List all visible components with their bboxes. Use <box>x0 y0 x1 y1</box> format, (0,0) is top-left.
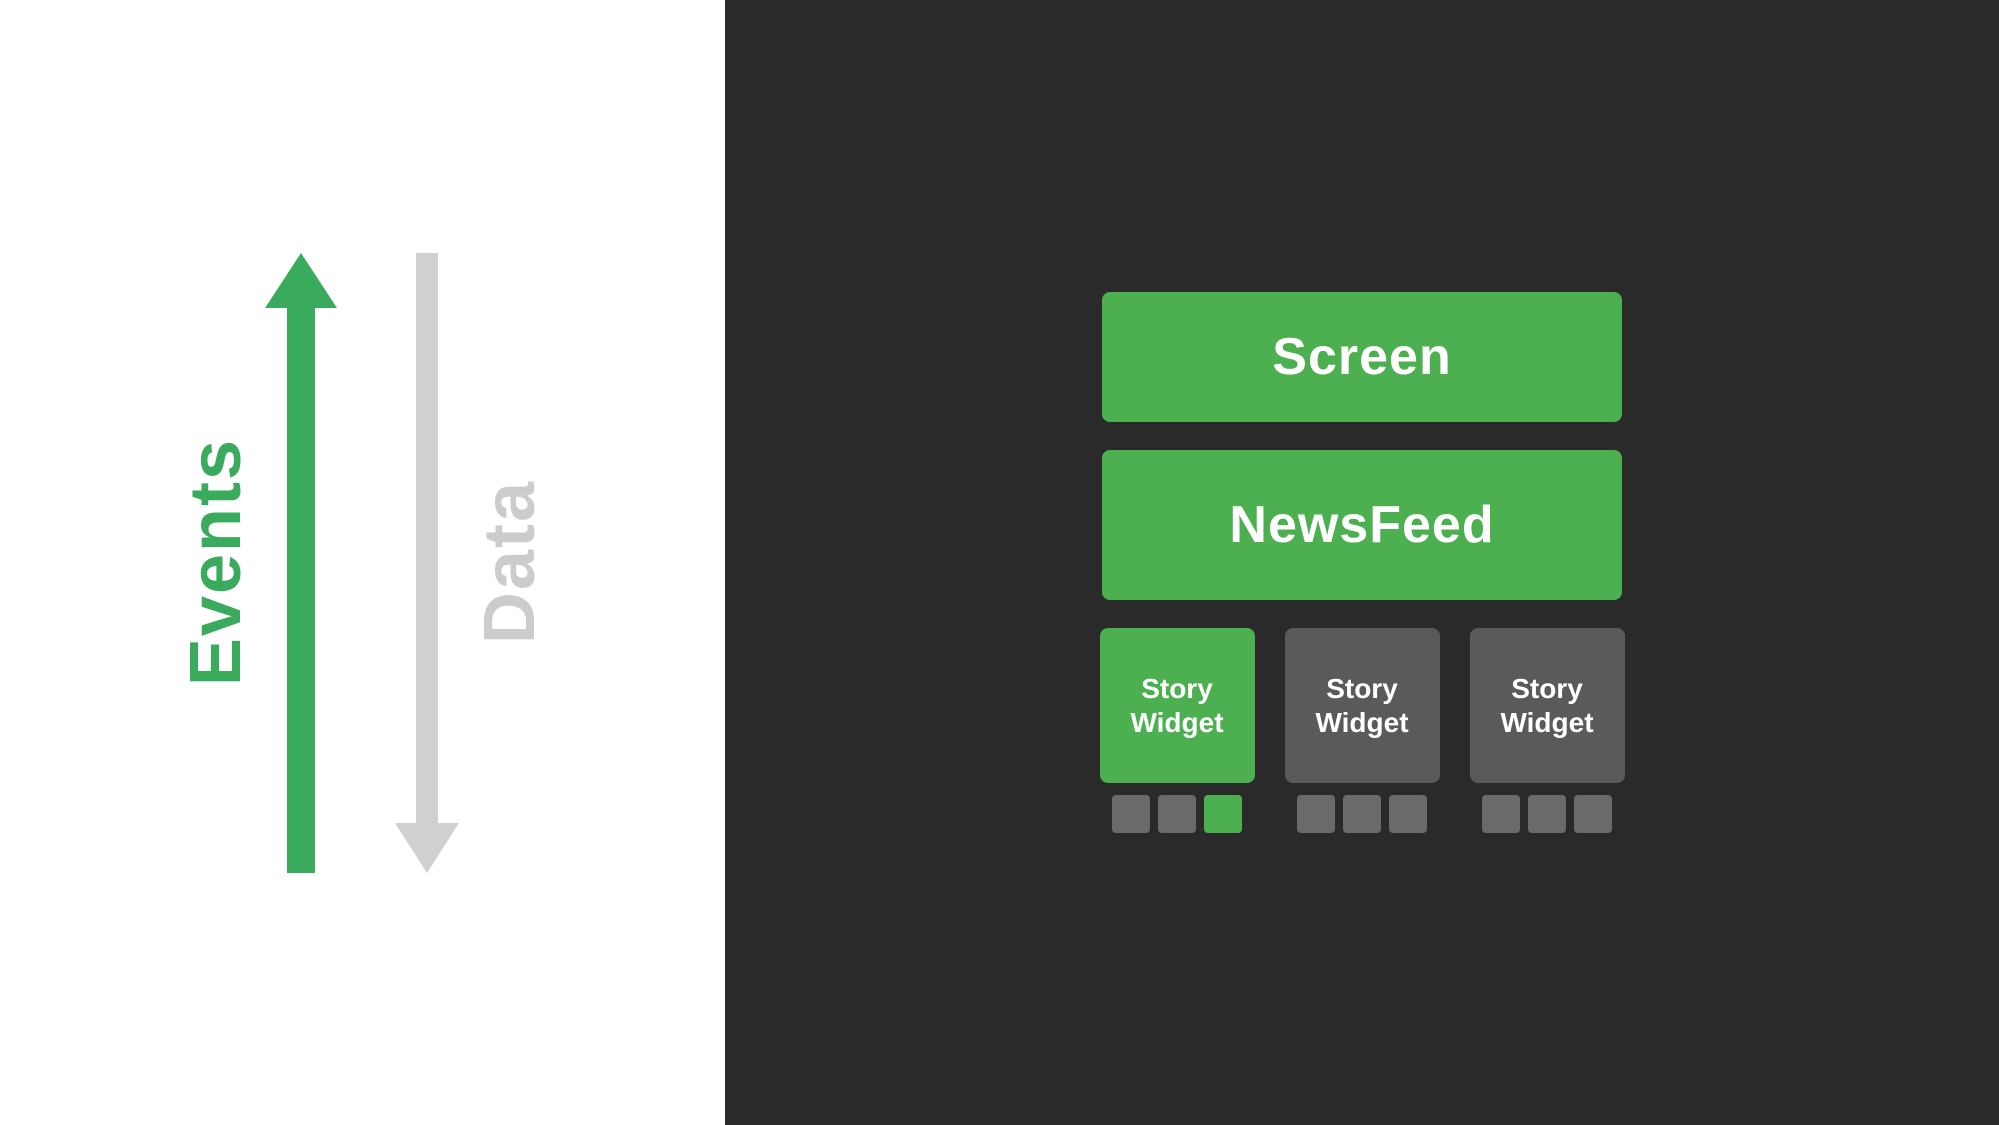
indicator-3-2 <box>1528 795 1566 833</box>
story-widget-group-2: Story Widget <box>1285 628 1440 833</box>
indicator-1-3 <box>1204 795 1242 833</box>
story-widget-group-3: Story Widget <box>1470 628 1625 833</box>
arrows-container: Events Data <box>175 213 551 913</box>
indicator-1-2 <box>1158 795 1196 833</box>
story-widget-box-2: Story Widget <box>1285 628 1440 783</box>
data-section: Data <box>415 253 551 873</box>
data-label: Data <box>469 480 551 644</box>
data-arrow-down <box>415 253 439 873</box>
left-panel: Events Data <box>0 0 725 1125</box>
arrow-up-shaft <box>287 308 315 873</box>
story-widget-label-3: Story Widget <box>1470 672 1625 739</box>
indicator-1-1 <box>1112 795 1150 833</box>
story-widget-label-1: Story Widget <box>1100 672 1255 739</box>
indicators-row-1 <box>1112 795 1242 833</box>
indicator-3-3 <box>1574 795 1612 833</box>
story-widget-group-1: Story Widget <box>1100 628 1255 833</box>
indicator-2-2 <box>1343 795 1381 833</box>
indicators-row-3 <box>1482 795 1612 833</box>
events-arrow-up <box>287 253 315 873</box>
arrow-down-shaft <box>416 253 438 823</box>
right-panel: Screen NewsFeed Story Widget <box>725 0 1999 1125</box>
newsfeed-box: NewsFeed <box>1102 450 1622 600</box>
screen-label: Screen <box>1272 327 1451 387</box>
arrow-down-head <box>395 823 459 873</box>
events-section: Events <box>175 253 315 873</box>
arrow-up-head <box>265 253 337 308</box>
events-label: Events <box>175 438 257 686</box>
screen-box: Screen <box>1102 292 1622 422</box>
indicator-2-3 <box>1389 795 1427 833</box>
right-content: Screen NewsFeed Story Widget <box>805 292 1919 833</box>
story-widget-box-1: Story Widget <box>1100 628 1255 783</box>
story-widget-label-2: Story Widget <box>1285 672 1440 739</box>
indicator-3-1 <box>1482 795 1520 833</box>
story-widgets-row: Story Widget Story Widget <box>1100 628 1625 833</box>
newsfeed-label: NewsFeed <box>1229 495 1494 555</box>
indicator-2-1 <box>1297 795 1335 833</box>
story-widget-box-3: Story Widget <box>1470 628 1625 783</box>
indicators-row-2 <box>1297 795 1427 833</box>
